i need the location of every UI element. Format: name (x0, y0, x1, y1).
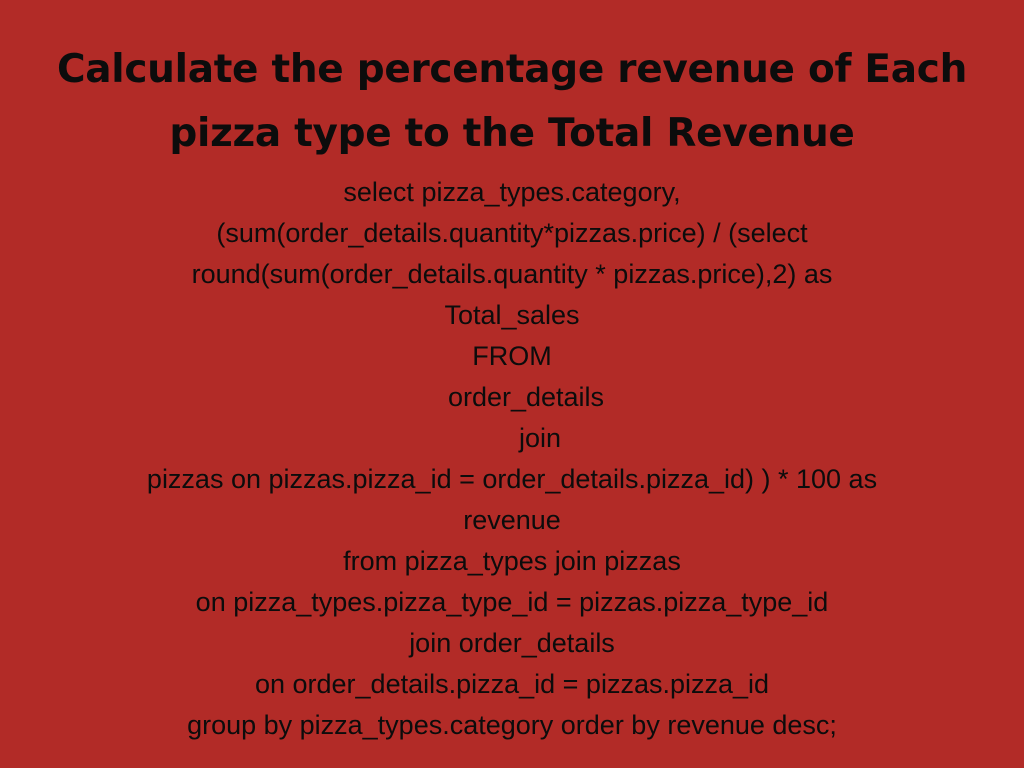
query-line: round(sum(order_details.quantity * pizza… (191, 259, 833, 289)
title-line-1: Calculate the percentage revenue of Each (56, 47, 968, 92)
query-line: on pizza_types.pizza_type_id = pizzas.pi… (195, 587, 829, 617)
query-line: join (518, 423, 562, 453)
sql-query: select pizza_types.category, (sum(order_… (0, 172, 1024, 746)
slide-title: Calculate the percentage revenue of Each… (0, 38, 1024, 166)
query-line: FROM (472, 341, 552, 371)
query-line: group by pizza_types.category order by r… (187, 710, 837, 740)
query-line: select pizza_types.category, (343, 177, 681, 207)
query-line: (sum(order_details.quantity*pizzas.price… (216, 218, 808, 248)
query-line: Total_sales (444, 300, 580, 330)
query-line: order_details (447, 382, 605, 412)
query-line: on order_details.pizza_id = pizzas.pizza… (254, 669, 770, 699)
query-line: revenue (463, 505, 561, 535)
title-line-2: pizza type to the Total Revenue (169, 111, 855, 156)
query-line: join order_details (409, 628, 615, 658)
slide: Calculate the percentage revenue of Each… (0, 0, 1024, 768)
query-line: pizzas on pizzas.pizza_id = order_detail… (146, 464, 878, 494)
query-line: from pizza_types join pizzas (343, 546, 681, 576)
